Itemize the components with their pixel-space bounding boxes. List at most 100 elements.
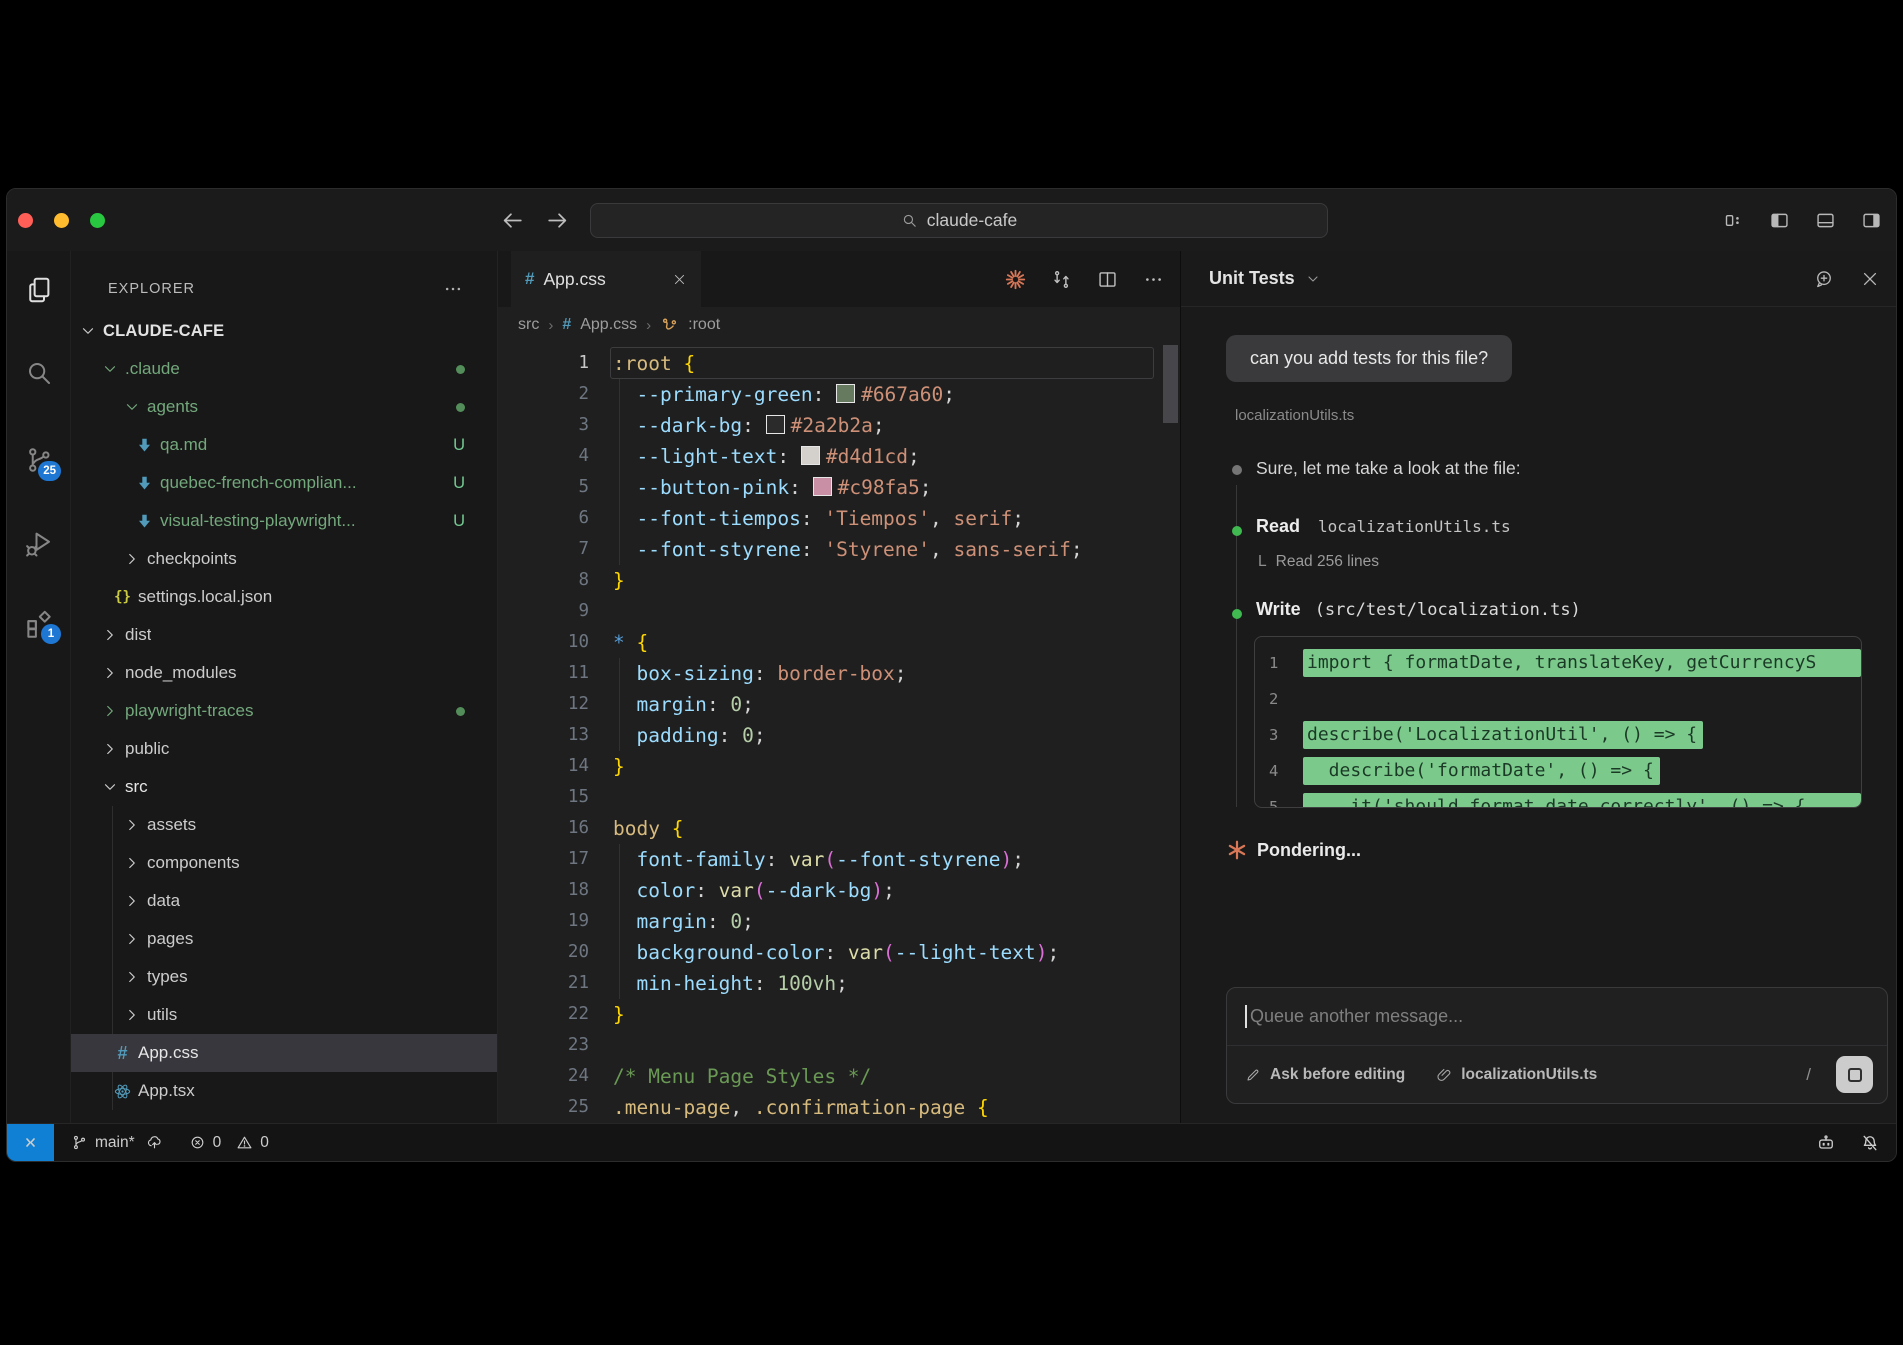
split-editor-icon[interactable] — [1097, 269, 1118, 290]
forward-arrow-icon[interactable] — [545, 208, 570, 233]
tree-item-quebec-french-complian-[interactable]: quebec-french-complian...U — [71, 464, 497, 502]
diff-line-2: 2 — [1255, 681, 1861, 717]
code-line-1[interactable]: 1:root { — [498, 348, 1180, 379]
message-input[interactable]: Queue another message... — [1227, 988, 1887, 1045]
code-line-9[interactable]: 9 — [498, 596, 1180, 627]
tree-item-playwright-traces[interactable]: playwright-traces — [71, 692, 497, 730]
breadcrumb[interactable]: src › # App.css › :root — [498, 307, 1180, 343]
notifications-muted-icon[interactable] — [1860, 1133, 1880, 1153]
tree-item-qa-md[interactable]: qa.mdU — [71, 426, 497, 464]
open-changes-icon[interactable] — [1051, 269, 1072, 290]
code-line-8[interactable]: 8} — [498, 565, 1180, 596]
tree-item-public[interactable]: public — [71, 730, 497, 768]
code-line-17[interactable]: 17 font-family: var(--font-styrene); — [498, 844, 1180, 875]
tree-item-app-css[interactable]: #App.css — [71, 1034, 497, 1072]
window-controls — [18, 213, 105, 228]
tree-item-agents[interactable]: agents — [71, 388, 497, 426]
editor-more-actions-icon[interactable] — [1143, 269, 1164, 290]
code-line-18[interactable]: 18 color: var(--dark-bg); — [498, 875, 1180, 906]
tree-item--claude[interactable]: .claude — [71, 350, 497, 388]
tree-item-utils[interactable]: utils — [71, 996, 497, 1034]
activity-source-control-icon[interactable]: 25 — [24, 445, 54, 475]
tree-item-visual-testing-playwright-[interactable]: visual-testing-playwright...U — [71, 502, 497, 540]
code-line-24[interactable]: 24/* Menu Page Styles */ — [498, 1061, 1180, 1092]
breadcrumb-file[interactable]: App.css — [580, 316, 637, 334]
slash-command-hint[interactable]: / — [1806, 1065, 1811, 1085]
code-line-3[interactable]: 3 --dark-bg: #2a2b2a; — [498, 410, 1180, 441]
code-line-12[interactable]: 12 margin: 0; — [498, 689, 1180, 720]
edit-mode-selector[interactable]: Ask before editing — [1270, 1066, 1405, 1084]
context-file[interactable]: localizationUtils.ts — [1461, 1066, 1597, 1084]
remote-indicator[interactable] — [7, 1124, 54, 1161]
tree-item-assets[interactable]: assets — [71, 806, 497, 844]
tree-item-node-modules[interactable]: node_modules — [71, 654, 497, 692]
code-line-14[interactable]: 14} — [498, 751, 1180, 782]
stop-button[interactable] — [1836, 1056, 1873, 1093]
back-arrow-icon[interactable] — [500, 208, 525, 233]
tree-item-components[interactable]: components — [71, 844, 497, 882]
toggle-sidebar-icon[interactable] — [1769, 210, 1790, 231]
code-line-23[interactable]: 23 — [498, 1030, 1180, 1061]
tab-app-css[interactable]: # App.css — [511, 251, 701, 307]
code-line-22[interactable]: 22} — [498, 999, 1180, 1030]
code-line-25[interactable]: 25.menu-page, .confirmation-page { — [498, 1092, 1180, 1123]
code-line-21[interactable]: 21 min-height: 100vh; — [498, 968, 1180, 999]
code-line-5[interactable]: 5 --button-pink: #c98fa5; — [498, 472, 1180, 503]
zoom-window-button[interactable] — [90, 213, 105, 228]
css-rule-symbol-icon — [660, 316, 679, 335]
css-file-icon: # — [525, 269, 534, 289]
tree-item-app-tsx[interactable]: App.tsx — [71, 1072, 497, 1110]
read-tool-call[interactable]: Read localizationUtils.ts — [1256, 516, 1511, 537]
attachment-label[interactable]: localizationUtils.ts — [1235, 407, 1354, 424]
close-panel-icon[interactable] — [1860, 269, 1880, 289]
breadcrumb-symbol[interactable]: :root — [688, 316, 720, 334]
tree-item-src[interactable]: src — [71, 768, 497, 806]
code-line-4[interactable]: 4 --light-text: #d4d1cd; — [498, 441, 1180, 472]
code-editor[interactable]: 1:root {2 --primary-green: #667a60;3 --d… — [498, 343, 1180, 1123]
explorer-more-actions-icon[interactable] — [443, 279, 463, 299]
code-line-19[interactable]: 19 margin: 0; — [498, 906, 1180, 937]
code-line-20[interactable]: 20 background-color: var(--light-text); — [498, 937, 1180, 968]
tree-item-label: App.css — [138, 1043, 198, 1063]
write-tool-call[interactable]: Write (src/test/localization.ts) — [1256, 599, 1581, 620]
copilot-icon[interactable] — [1816, 1133, 1836, 1153]
stop-icon — [1848, 1068, 1862, 1082]
activity-explorer-icon[interactable] — [24, 275, 54, 305]
cloud-upload-icon[interactable] — [146, 1134, 163, 1151]
code-line-10[interactable]: 10* { — [498, 627, 1180, 658]
code-line-6[interactable]: 6 --font-tiempos: 'Tiempos', serif; — [498, 503, 1180, 534]
chat-input-box[interactable]: Queue another message... Ask before edit… — [1226, 987, 1888, 1104]
breadcrumb-src[interactable]: src — [518, 316, 539, 334]
chevron-down-icon — [101, 360, 119, 378]
chevron-down-icon[interactable] — [1305, 271, 1321, 287]
code-line-2[interactable]: 2 --primary-green: #667a60; — [498, 379, 1180, 410]
code-line-11[interactable]: 11 box-sizing: border-box; — [498, 658, 1180, 689]
tree-item-claude-cafe[interactable]: CLAUDE-CAFE — [71, 312, 497, 350]
code-line-13[interactable]: 13 padding: 0; — [498, 720, 1180, 751]
command-center-search[interactable]: claude-cafe — [590, 203, 1328, 238]
customize-layout-icon[interactable] — [1723, 210, 1744, 231]
activity-search-icon[interactable] — [24, 358, 54, 388]
close-tab-icon[interactable] — [672, 272, 687, 287]
tree-item-data[interactable]: data — [71, 882, 497, 920]
tree-item-settings-local-json[interactable]: {}settings.local.json — [71, 578, 497, 616]
tree-item-pages[interactable]: pages — [71, 920, 497, 958]
tree-item-dist[interactable]: dist — [71, 616, 497, 654]
toggle-panel-icon[interactable] — [1815, 210, 1836, 231]
code-line-15[interactable]: 15 — [498, 782, 1180, 813]
react-icon — [113, 1082, 132, 1101]
diff-code-block[interactable]: 1import { formatDate, translateKey, getC… — [1254, 636, 1862, 808]
activity-extensions-icon[interactable]: 1 — [24, 608, 54, 638]
minimize-window-button[interactable] — [54, 213, 69, 228]
code-line-16[interactable]: 16body { — [498, 813, 1180, 844]
problems-status[interactable]: 0 0 — [189, 1134, 269, 1152]
code-line-7[interactable]: 7 --font-styrene: 'Styrene', sans-serif; — [498, 534, 1180, 565]
tree-item-checkpoints[interactable]: checkpoints — [71, 540, 497, 578]
claude-starburst-icon[interactable] — [1005, 269, 1026, 290]
git-branch-status[interactable]: main* — [71, 1134, 163, 1152]
activity-run-debug-icon[interactable] — [24, 528, 54, 558]
tree-item-types[interactable]: types — [71, 958, 497, 996]
new-chat-icon[interactable] — [1814, 269, 1834, 289]
close-window-button[interactable] — [18, 213, 33, 228]
toggle-secondary-sidebar-icon[interactable] — [1861, 210, 1882, 231]
